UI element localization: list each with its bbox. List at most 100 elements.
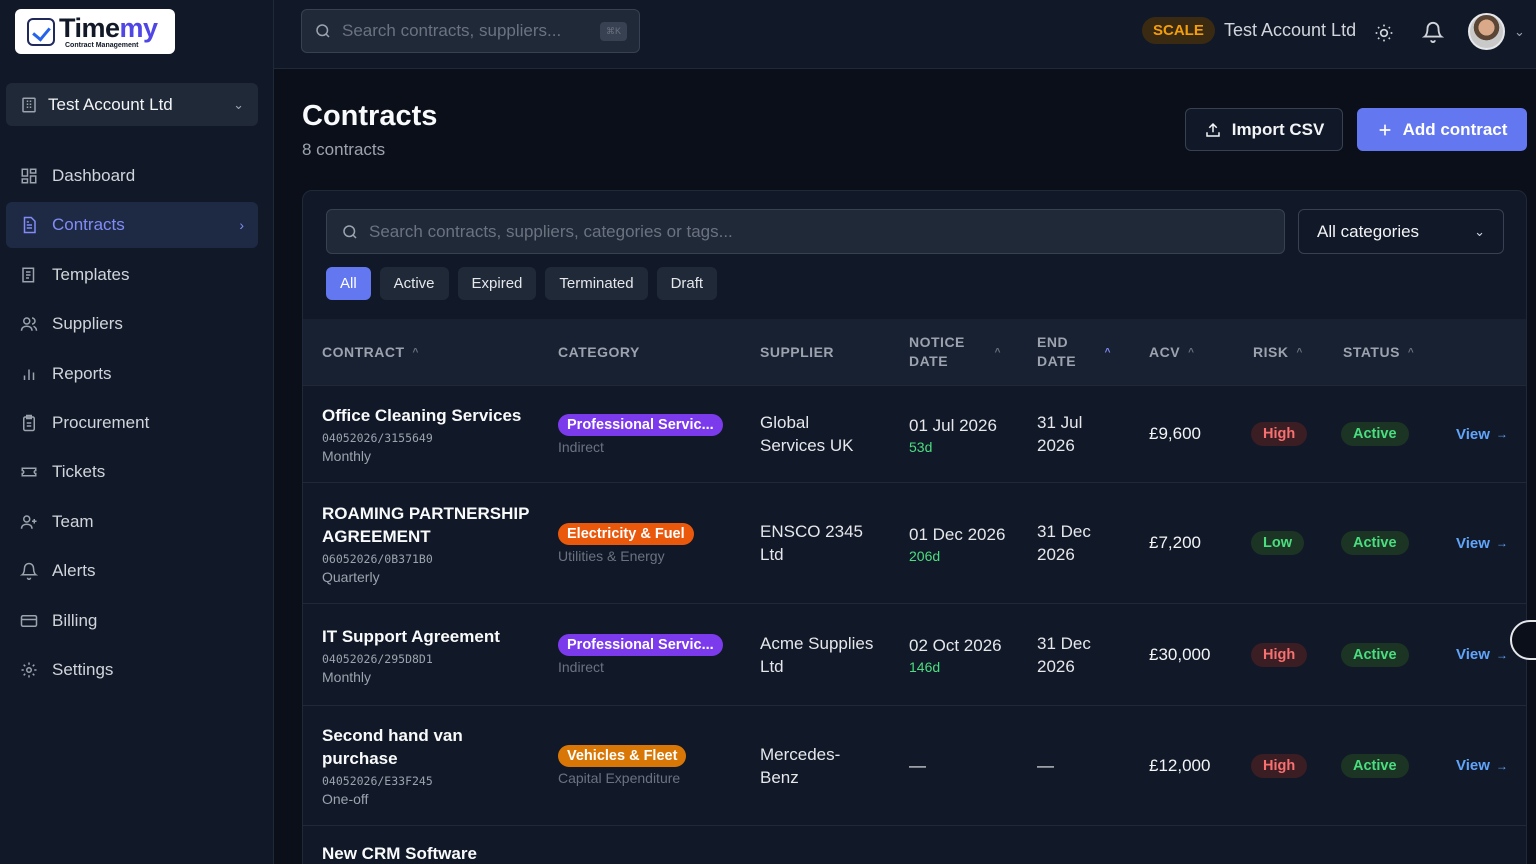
category-badge: Electricity & Fuel [558,522,694,545]
contract-title[interactable]: IT Support Agreement [322,625,532,648]
chevron-down-icon[interactable]: ⌄ [1514,24,1525,40]
category-select[interactable]: All categories ⌄ [1298,209,1504,254]
category-sub: Capital Expenditure [558,770,681,786]
sort-icon: ^ [1407,346,1415,358]
theme-toggle-button[interactable] [1372,21,1396,45]
dashboard-icon [20,167,38,185]
account-switcher-label: Test Account Ltd [48,94,173,114]
category-badge: Professional Servic... [558,413,723,436]
upload-icon [1204,121,1222,139]
sidebar-item-label: Alerts [52,561,96,581]
contract-search[interactable] [326,209,1285,254]
global-search-input[interactable] [342,21,582,41]
contract-search-input[interactable] [369,221,1249,242]
chevron-right-icon: › [239,217,244,234]
sidebar-item-label: Procurement [52,412,150,432]
view-link[interactable]: View → [1456,757,1516,774]
col-risk[interactable]: RISK ^ [1253,319,1303,385]
sidebar-item-billing[interactable]: Billing [6,598,258,644]
contract-title[interactable]: Second hand van purchase [322,724,532,770]
supplier-name: Acme Supplies Ltd [760,633,874,676]
table-row[interactable]: New CRM Software [303,825,1526,864]
col-supplier: SUPPLIER [760,343,835,360]
acv-value: £30,000 [1149,644,1211,664]
risk-cell: High [1251,386,1321,482]
filter-expired[interactable]: Expired [457,267,537,300]
search-icon [316,24,330,38]
sidebar-item-alerts[interactable]: Alerts [6,548,258,594]
sidebar-item-contracts[interactable]: Contracts › [6,202,258,249]
contract-frequency: One-off [322,791,369,807]
sidebar-item-label: Dashboard [52,166,136,185]
supplier-cell: ENSCO 2345 Ltd [760,483,875,603]
contract-title[interactable]: Office Cleaning Services [322,404,532,427]
status-badge: Active [1341,531,1409,555]
category-sub: Indirect [558,659,604,675]
contract-cell: ROAMING PARTNERSHIP AGREEMENT 06052026/0B… [322,483,532,603]
notice-date: 01 Jul 2026 [909,415,997,435]
end-date: 31 Jul 2026 [1037,413,1083,455]
plus-icon [1377,122,1393,138]
contract-cell: Second hand van purchase 04052026/E33F245… [322,706,532,825]
table-header: CONTRACT ^ CATEGORY SUPPLIER NOTICE DATE ^ … [303,319,1526,385]
user-plus-icon [20,513,38,531]
logo-check-icon [27,17,55,46]
logo[interactable]: Timemy Contract Management [15,9,175,54]
notice-days-remaining: 206d [909,547,941,564]
notice-date: 01 Dec 2026 [909,524,1006,544]
view-link[interactable]: View → [1456,646,1516,663]
filter-active[interactable]: Active [379,267,449,300]
global-search[interactable]: ⌘K [301,9,640,53]
view-link[interactable]: View → [1456,535,1516,552]
sidebar-item-team[interactable]: Team [6,499,258,545]
category-sub: Utilities & Energy [558,547,665,564]
shortcut-hint: ⌘K [599,21,627,41]
notifications-button[interactable] [1420,19,1446,45]
sidebar-item-suppliers[interactable]: Suppliers [6,301,258,347]
supplier-name: Mercedes-Benz [760,744,841,787]
col-acv[interactable]: ACV ^ [1149,319,1194,385]
col-end-date[interactable]: END DATE ^ [1037,319,1111,385]
topbar: ⌘K SCALE Test Account Ltd ⌄ [274,0,1536,69]
filter-terminated[interactable]: Terminated [545,267,648,300]
filter-all[interactable]: All [326,267,371,300]
table-row[interactable]: ROAMING PARTNERSHIP AGREEMENT 06052026/0B… [303,482,1526,603]
contract-title[interactable]: New CRM Software [322,842,532,864]
sidebar-item-settings[interactable]: Settings [6,647,258,693]
account-switcher[interactable]: Test Account Ltd ⌄ [6,83,258,126]
avatar[interactable] [1468,13,1505,50]
sidebar-item-tickets[interactable]: Tickets [6,449,258,495]
end-date: 31 Dec 2026 [1037,522,1091,564]
sidebar-item-dashboard[interactable]: Dashboard [6,153,258,199]
filter-draft[interactable]: Draft [656,267,718,300]
notice-date: — [909,756,926,775]
chevron-down-icon: ⌄ [233,96,244,112]
arrow-right-icon: → [1495,758,1508,773]
sidebar-item-procurement[interactable]: Procurement [6,400,258,446]
import-csv-button[interactable]: Import CSV [1185,108,1343,151]
contract-count: 8 contracts [302,140,386,159]
view-link[interactable]: View → [1456,426,1516,443]
col-notice-date[interactable]: NOTICE DATE ^ [909,319,1001,385]
sidebar-item-templates[interactable]: Templates [6,252,258,298]
table-row[interactable]: IT Support Agreement 04052026/295D8D1 Mont… [303,603,1526,705]
acv-value: £7,200 [1149,533,1201,552]
credit-card-icon [20,612,38,630]
sidebar-item-label: Suppliers [52,314,123,334]
sidebar-item-reports[interactable]: Reports [6,351,258,397]
search-icon [343,224,357,239]
contract-code: 06052026/0B371B0 [322,551,433,566]
risk-badge: High [1251,422,1308,446]
contracts-panel: All categories ⌄ AllActiveExpiredTermina… [302,190,1527,864]
contract-cell: New CRM Software [322,826,532,864]
sidebar-item-label: Tickets [52,462,106,482]
col-contract[interactable]: CONTRACT ^ [322,319,419,385]
contract-title[interactable]: ROAMING PARTNERSHIP AGREEMENT [322,502,532,548]
add-contract-button[interactable]: Add contract [1357,108,1527,151]
sidebar-item-label: Contracts [52,215,125,235]
notice-date-cell: 01 Dec 2026 206d [909,483,1009,603]
col-status[interactable]: STATUS ^ [1343,319,1414,385]
users-icon [20,315,38,333]
table-row[interactable]: Second hand van purchase 04052026/E33F245… [303,705,1526,825]
table-row[interactable]: Office Cleaning Services 04052026/3155649… [303,385,1526,482]
